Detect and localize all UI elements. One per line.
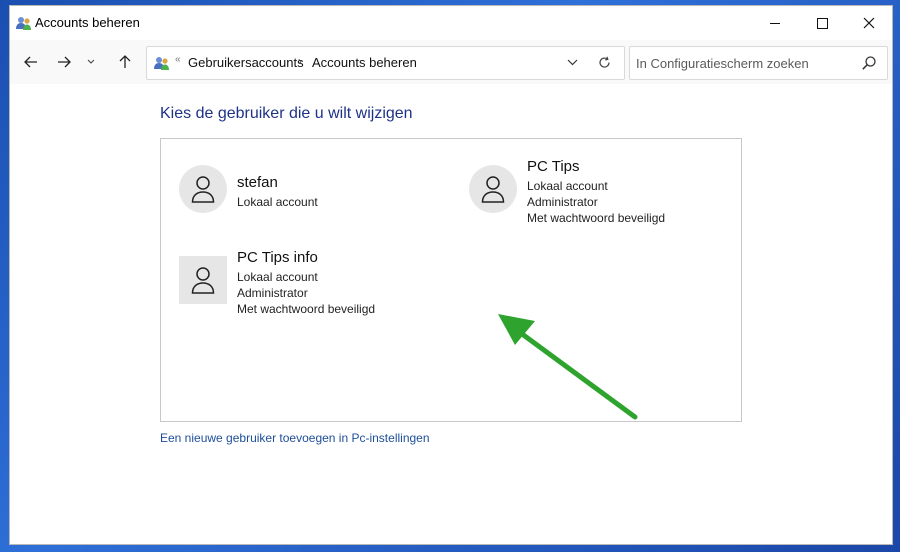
minimize-button[interactable] [752,6,798,40]
address-dropdown-button[interactable] [561,52,583,72]
window-title: Accounts beheren [35,15,140,30]
users-icon [154,57,169,70]
arrow-up-icon [119,55,131,68]
user-icon [191,267,215,294]
breadcrumb-separator-icon[interactable]: › [298,54,302,68]
page-heading: Kies de gebruiker die u wilt wijzigen [160,105,413,122]
forward-button[interactable] [50,48,78,76]
refresh-icon [598,56,610,68]
account-type: Lokaal account [527,179,608,193]
user-icon [191,176,215,203]
account-role: Administrator [237,286,308,300]
account-type: Lokaal account [237,270,318,284]
account-tile-pc-tips-info[interactable]: PC Tips info Lokaal account Administrato… [179,249,429,324]
maximize-button[interactable] [799,6,845,40]
title-bar: Accounts beheren [10,6,892,40]
search-icon[interactable] [861,55,877,71]
search-box[interactable] [629,46,888,80]
window: Accounts beheren « Gebruikersaccounts › … [9,5,893,545]
account-name[interactable]: stefan [237,174,278,191]
back-button[interactable] [17,48,45,76]
address-bar[interactable]: « Gebruikersaccounts › Accounts beheren [146,46,625,80]
account-password-status: Met wachtwoord beveiligd [527,211,666,225]
account-tile-pc-tips[interactable]: PC Tips Lokaal account Administrator Met… [469,158,719,233]
chevron-down-icon [567,59,577,65]
account-role: Administrator [527,195,598,209]
account-password-status: Met wachtwoord beveiligd [237,302,376,316]
breadcrumb-gebruikersaccounts[interactable]: Gebruikersaccounts [188,55,304,70]
close-button[interactable] [846,6,892,40]
avatar[interactable] [469,165,517,213]
account-tile-stefan[interactable]: stefan Lokaal account [179,165,419,225]
avatar[interactable] [179,256,227,304]
close-icon [863,17,875,29]
arrow-left-icon [24,56,37,68]
account-name[interactable]: PC Tips [527,158,580,175]
user-icon [481,176,505,203]
maximize-icon [816,17,828,29]
avatar[interactable] [179,165,227,213]
breadcrumb-chevron-icon[interactable]: « [175,54,181,65]
annotation-arrow-icon [498,314,638,420]
minimize-icon [770,22,780,24]
chevron-down-icon [87,59,95,64]
accounts-panel: stefan Lokaal account PC Tips Lokaal acc… [160,138,742,422]
breadcrumb-accounts-beheren[interactable]: Accounts beheren [312,55,417,70]
recent-locations-button[interactable] [81,48,101,76]
navigation-bar: « Gebruikersaccounts › Accounts beheren [10,40,892,84]
users-icon [16,17,31,30]
arrow-right-icon [58,56,71,68]
account-name[interactable]: PC Tips info [237,249,318,266]
refresh-button[interactable] [593,52,615,72]
up-button[interactable] [111,48,139,76]
add-user-link[interactable]: Een nieuwe gebruiker toevoegen in Pc-ins… [160,431,430,445]
search-input[interactable] [636,53,851,73]
account-type: Lokaal account [237,195,318,209]
